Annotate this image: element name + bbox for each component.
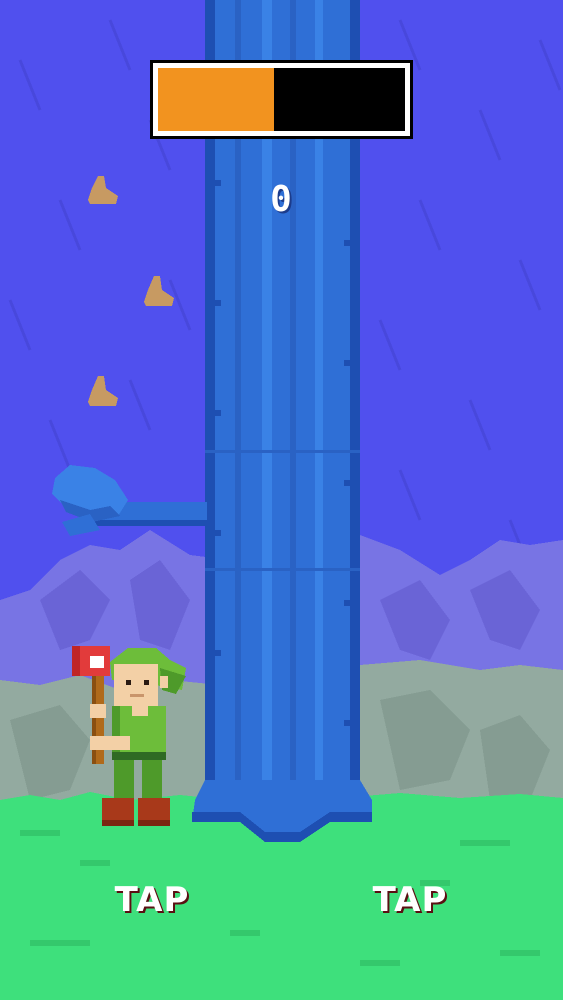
game-scene	[0, 0, 563, 1000]
time-remaining-bar	[150, 60, 413, 139]
tap-right-label: TAP	[372, 880, 448, 920]
time-remaining-fill	[158, 68, 275, 131]
score-counter: 0	[270, 179, 292, 220]
tap-left-label: TAP	[114, 880, 190, 920]
tap-right-button[interactable]: TAP	[348, 873, 472, 927]
game-screen[interactable]: 0 TAP TAP	[0, 0, 563, 1000]
tap-left-button[interactable]: TAP	[90, 873, 214, 927]
